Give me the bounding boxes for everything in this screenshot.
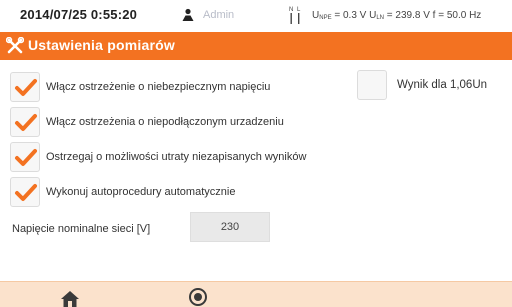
svg-text:N: N	[289, 7, 293, 13]
status-bar: 2014/07/25 0:55:20 Admin N L UNPE = 0.3 …	[0, 0, 512, 30]
option-result-for-1-06un[interactable]: Wynik dla 1,06Un	[357, 70, 487, 100]
user-icon	[182, 8, 194, 21]
checkbox-dangerous-voltage-warning[interactable]	[10, 72, 40, 102]
user-name: Admin	[203, 9, 235, 21]
option-unconnected-device-warning[interactable]: Włącz ostrzeżenia o niepodłączonym urzad…	[10, 107, 284, 137]
option-label: Włącz ostrzeżenia o niepodłączonym urzad…	[46, 116, 284, 128]
nominal-voltage-input[interactable]	[190, 212, 270, 242]
record-icon[interactable]	[188, 287, 208, 307]
settings-tools-icon	[6, 37, 24, 54]
measurement-readout: UNPE = 0.3 V ULN = 239.8 V f = 50.0 Hz	[312, 10, 481, 21]
svg-text:L: L	[297, 7, 301, 13]
option-label: Włącz ostrzeżenie o niebezpiecznym napię…	[46, 81, 271, 93]
u-npe-value: = 0.3 V	[331, 10, 370, 21]
checkmark-icon	[15, 114, 37, 131]
checkbox-auto-procedures[interactable]	[10, 177, 40, 207]
u-ln-sub: LN	[376, 15, 385, 21]
option-label: Wykonuj autoprocedury automatycznie	[46, 186, 236, 198]
option-dangerous-voltage-warning[interactable]: Włącz ostrzeżenie o niebezpiecznym napię…	[10, 72, 270, 102]
checkbox-unconnected-device-warning[interactable]	[10, 107, 40, 137]
page-title: Ustawienia pomiarów	[28, 37, 175, 53]
nominal-voltage-label: Napięcie nominalne sieci [V]	[12, 223, 151, 235]
u-npe-sub: NPE	[319, 15, 332, 21]
option-unsaved-results-warning[interactable]: Ostrzegaj o możliwości utraty niezapisan…	[10, 142, 306, 172]
home-icon[interactable]	[60, 290, 80, 307]
page-header: Ustawienia pomiarów	[0, 32, 512, 60]
option-label: Ostrzegaj o możliwości utraty niezapisan…	[46, 151, 307, 163]
u-ln-value: = 239.8 V	[384, 10, 433, 21]
checkbox-result-for-1-06un[interactable]	[357, 70, 387, 100]
phase-nl-icon: N L	[289, 7, 301, 24]
checkmark-icon	[15, 184, 37, 201]
datetime: 2014/07/25 0:55:20	[20, 7, 138, 22]
checkmark-icon	[15, 79, 37, 96]
option-label: Wynik dla 1,06Un	[397, 79, 488, 91]
option-auto-procedures[interactable]: Wykonuj autoprocedury automatycznie	[10, 177, 235, 207]
checkmark-icon	[15, 149, 37, 166]
frequency-value: f = 50.0 Hz	[432, 10, 482, 21]
checkbox-unsaved-results-warning[interactable]	[10, 142, 40, 172]
